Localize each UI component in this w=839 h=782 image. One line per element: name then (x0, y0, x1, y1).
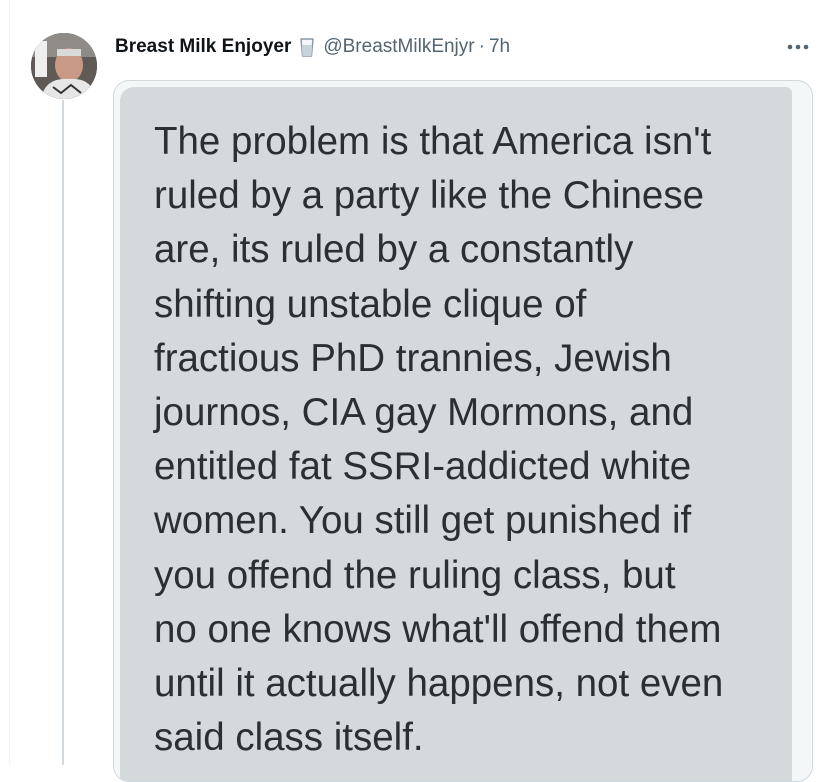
avatar[interactable] (31, 33, 97, 99)
tweet-header: Breast Milk Enjoyer @BreastMilkEnjyr · 7… (115, 33, 510, 61)
more-horizontal-icon[interactable] (786, 38, 810, 56)
thread-line (62, 100, 64, 765)
author-name[interactable]: Breast Milk Enjoyer (115, 36, 291, 58)
author-handle[interactable]: @BreastMilkEnjyr (323, 36, 474, 58)
screenshot-text: The problem is that America isn't ruled … (154, 120, 724, 760)
avatar-photo (31, 33, 97, 99)
tweet-media[interactable]: The problem is that America isn't ruled … (113, 80, 813, 782)
separator-dot: · (478, 36, 485, 57)
timestamp[interactable]: 7h (489, 36, 510, 58)
column-border (9, 0, 10, 765)
screenshot-image: The problem is that America isn't ruled … (120, 87, 792, 781)
milk-glass-icon (299, 37, 315, 58)
